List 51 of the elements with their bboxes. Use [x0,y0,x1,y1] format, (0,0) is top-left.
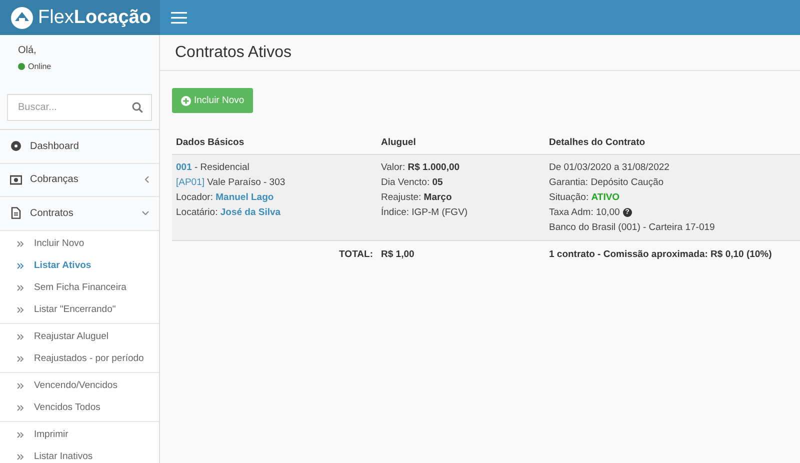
double-chevron-icon [17,432,24,438]
cell-line: Banco do Brasil (001) - Carteira 17-019 [549,221,716,235]
cell-line: Reajuste: Março [381,191,453,205]
house-logo-icon [10,6,34,30]
double-chevron-icon [17,454,24,460]
cell-line: Dia Vencto: 05 [381,176,444,190]
search-icon [132,102,143,113]
greeting-text: Olá, [18,45,38,56]
submenu-item[interactable]: Sem Ficha Financeira [0,276,159,298]
billing-icon [10,174,22,186]
cell-line: [AP01] Vale Paraíso - 303 [176,176,286,190]
submenu-item[interactable]: Reajustar Aluguel [0,326,159,348]
double-chevron-icon [17,306,24,312]
submenu-item[interactable]: Vencendo/Vencidos [0,374,159,396]
cell-line: Locatário: José da Silva [176,206,282,220]
cell-line: Garantia: Depósito Caução [549,176,665,190]
double-chevron-icon [17,356,24,362]
cell-line: De 01/03/2020 a 31/08/2022 [549,161,670,175]
submenu-item[interactable]: Listar "Encerrando" [0,298,159,320]
cell-line: Situação: ATIVO [549,191,621,205]
menu-icon [171,12,187,24]
submenu-item[interactable]: Reajustados - por período [0,348,159,370]
cell-line: Valor: R$ 1.000,00 [381,161,461,175]
total-label: TOTAL: [172,240,377,268]
summary-text: 1 contrato - Comissão aproximada: R$ 0,10 (10%) [545,240,800,268]
submenu-item[interactable]: Imprimir [0,424,159,446]
submenu-item[interactable]: Listar Ativos [0,254,159,276]
page-title: Contratos Ativos [175,44,292,62]
search-field[interactable]: Buscar... [7,94,152,121]
status-text: Online [28,62,52,71]
submenu-item[interactable]: Incluir Novo [0,232,159,254]
submenu-item[interactable]: Vencidos Todos [0,396,159,418]
double-chevron-icon [17,240,24,246]
document-icon [10,207,22,220]
dashboard-icon [10,140,22,152]
menu-item[interactable]: Cobranças [0,164,159,197]
menu-item[interactable]: Dashboard [0,130,159,164]
double-chevron-icon [17,284,24,290]
menu-button[interactable] [169,10,189,26]
cell-text: Taxa Adm: 10,00 [549,206,620,220]
cell-line: Locador: Manuel Lago [176,191,275,205]
logo-text: FlexLocação [38,6,151,28]
double-chevron-icon [17,262,24,268]
submenu-item[interactable]: Listar Inativos [0,446,159,463]
plus-circle-icon [181,96,191,106]
cell-line: Índice: IGP-M (FGV) [381,206,469,220]
double-chevron-icon [17,382,24,388]
double-chevron-icon [17,404,24,410]
cell-line: 001 - Residencial [176,161,250,175]
double-chevron-icon [17,334,24,340]
total-value: R$ 1,00 [377,240,545,268]
